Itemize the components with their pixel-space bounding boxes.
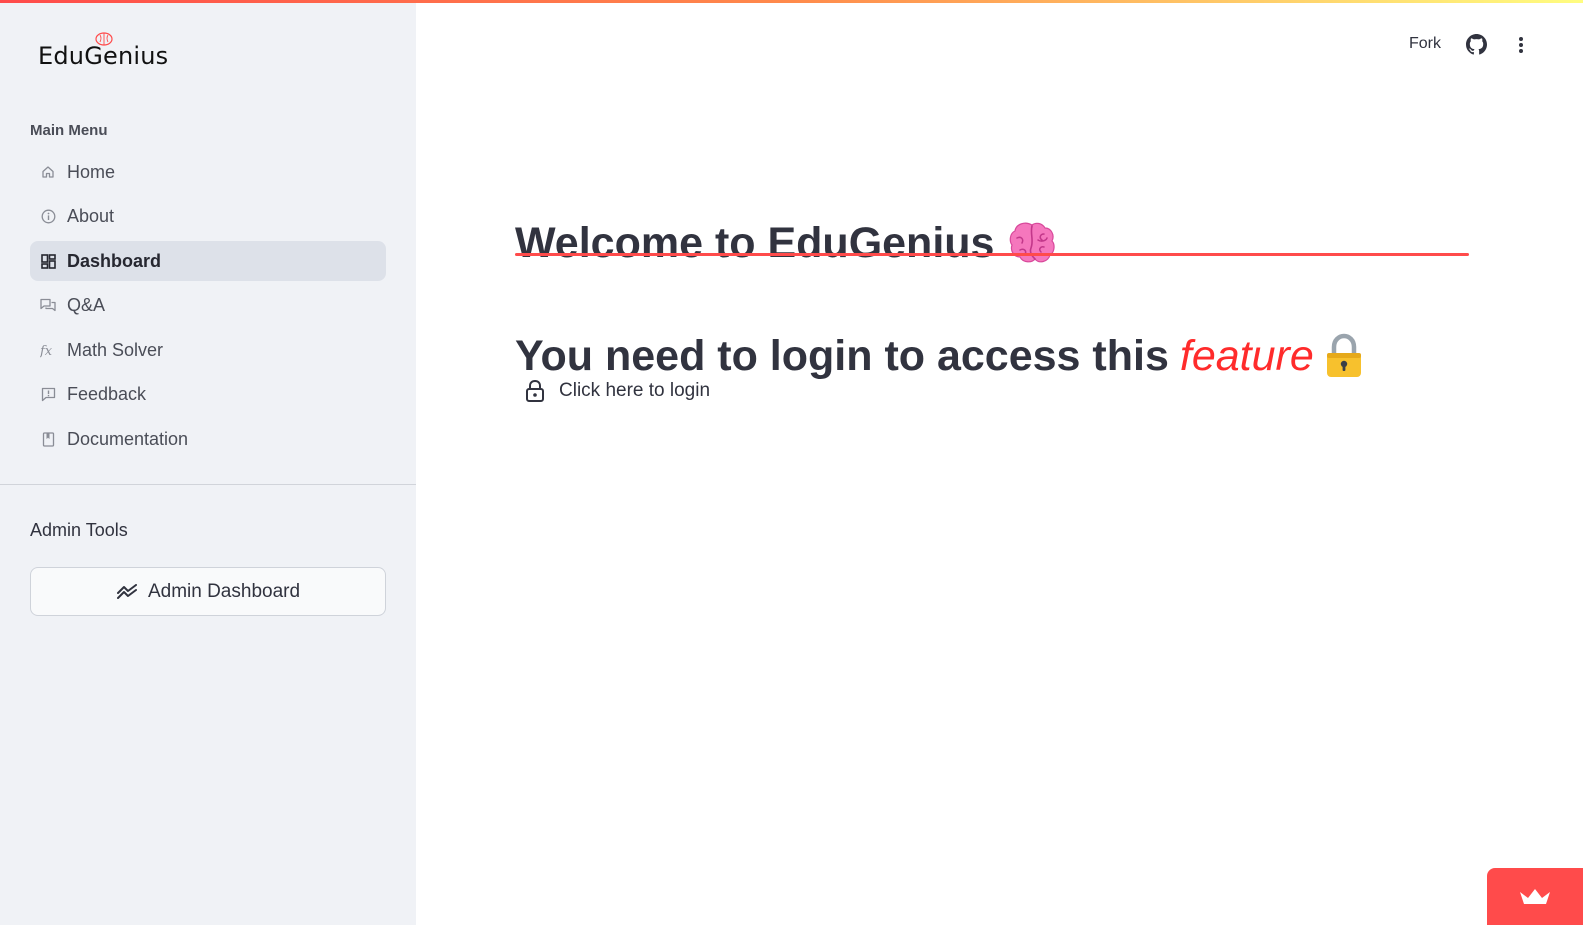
crown-icon	[1520, 888, 1550, 904]
chart-line-icon	[116, 583, 137, 599]
admin-dashboard-label: Admin Dashboard	[147, 580, 301, 602]
chat-icon	[40, 298, 56, 314]
function-icon: fx	[40, 342, 56, 358]
sidebar-item-label: Documentation	[67, 429, 189, 450]
top-decoration-bar	[0, 0, 1583, 3]
sidebar-item-qa[interactable]: Q&A	[30, 286, 386, 326]
info-icon	[40, 209, 56, 225]
login-required-accent: feature	[1179, 331, 1314, 380]
sidebar-item-math-solver[interactable]: fx Math Solver	[30, 330, 386, 370]
page-title: Welcome to EduGenius	[515, 219, 1056, 268]
sidebar-item-label: Feedback	[67, 384, 147, 405]
dashboard-icon	[40, 253, 56, 269]
github-icon[interactable]	[1466, 34, 1487, 55]
login-link[interactable]: Click here to login	[524, 376, 710, 406]
sidebar-divider	[0, 484, 416, 485]
sidebar: EduGenius Main Menu Home About Dashboard	[0, 0, 416, 925]
sidebar-item-documentation[interactable]: Documentation	[30, 420, 386, 460]
home-icon	[40, 164, 56, 180]
lock-emoji	[1326, 333, 1361, 378]
main-menu-title: Main Menu	[30, 122, 108, 139]
unlock-icon	[526, 379, 544, 402]
feedback-icon	[40, 387, 56, 403]
more-vertical-icon[interactable]	[1511, 34, 1531, 56]
sidebar-item-label: Home	[67, 161, 116, 182]
streamlit-badge[interactable]	[1487, 868, 1583, 925]
sidebar-item-label: Math Solver	[67, 339, 164, 360]
title-divider	[515, 253, 1469, 256]
sidebar-item-feedback[interactable]: Feedback	[30, 375, 386, 415]
main-menu: Home About Dashboard Q&A fx Math Solver	[30, 152, 386, 464]
logo-text: EduGenius	[38, 42, 169, 70]
sidebar-item-label: Q&A	[67, 295, 106, 316]
page-title-text: Welcome to EduGenius	[515, 218, 995, 267]
sidebar-item-label: Dashboard	[67, 250, 162, 271]
sidebar-item-home[interactable]: Home	[30, 152, 386, 192]
logo-brain-icon	[95, 32, 113, 46]
book-icon	[40, 432, 56, 448]
login-required-text: You need to login to access this	[515, 331, 1169, 380]
admin-dashboard-button[interactable]: Admin Dashboard	[30, 567, 386, 616]
admin-tools-title: Admin Tools	[30, 520, 128, 540]
svg-text:fx: fx	[40, 344, 53, 358]
fork-button[interactable]: Fork	[1409, 35, 1441, 53]
login-link-label: Click here to login	[559, 380, 711, 401]
login-required-heading: You need to login to access this feature	[515, 332, 1364, 381]
sidebar-item-label: About	[67, 206, 115, 227]
brain-emoji	[1010, 222, 1056, 263]
sidebar-item-about[interactable]: About	[30, 197, 386, 237]
sidebar-item-dashboard[interactable]: Dashboard	[30, 241, 386, 282]
